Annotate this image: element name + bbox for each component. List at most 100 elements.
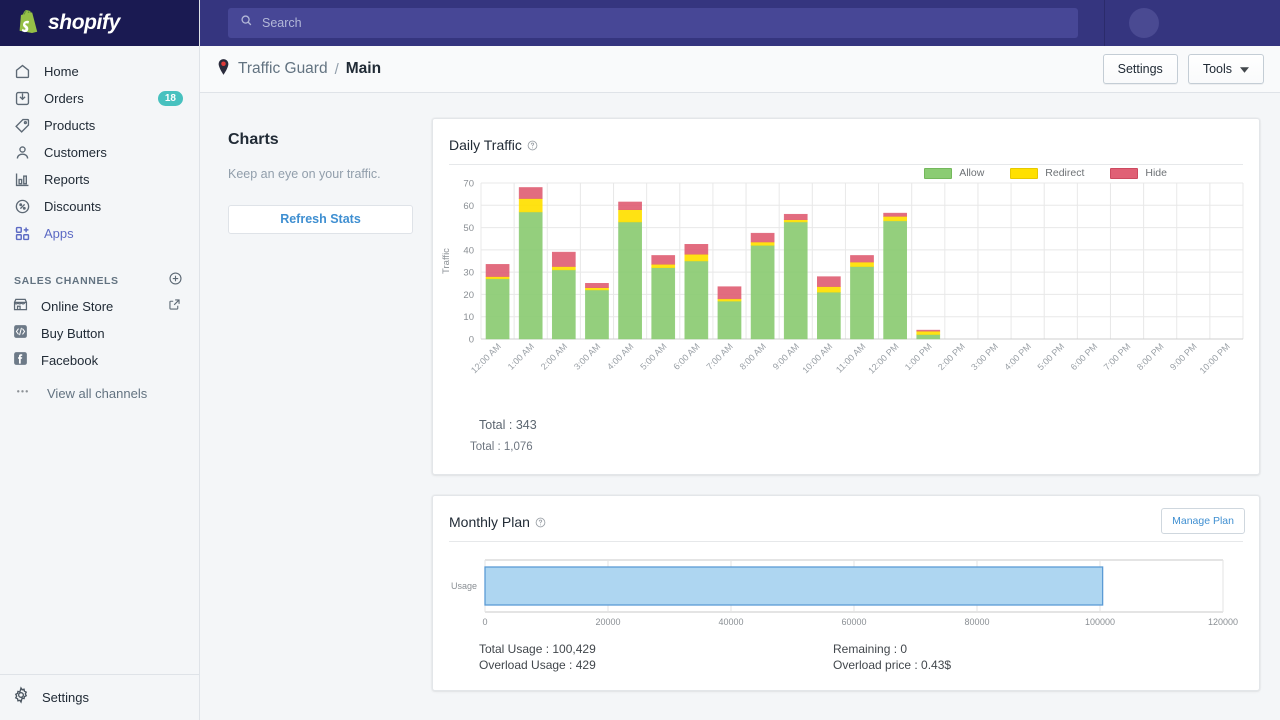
svg-text:60: 60 <box>463 201 474 212</box>
sidebar-item-view-all-channels[interactable]: View all channels <box>0 378 199 408</box>
storefront-icon <box>12 296 29 318</box>
svg-text:7:00 PM: 7:00 PM <box>1102 341 1133 372</box>
search-placeholder: Search <box>262 16 302 30</box>
total-usage-text: Total Usage : 100,429 <box>479 641 596 657</box>
refresh-stats-button[interactable]: Refresh Stats <box>228 205 413 234</box>
facebook-icon <box>12 350 29 372</box>
charts-left-panel: Charts Keep an eye on your traffic. Refr… <box>228 131 413 234</box>
sidebar-item-label: Online Store <box>41 299 113 314</box>
sidebar-item-customers[interactable]: Customers <box>0 139 199 166</box>
svg-text:50: 50 <box>463 223 474 234</box>
sidebar-item-home[interactable]: Home <box>0 58 199 85</box>
manage-plan-button[interactable]: Manage Plan <box>1161 508 1245 534</box>
top-bar: Search <box>200 0 1280 46</box>
settings-button[interactable]: Settings <box>1103 54 1178 84</box>
tag-icon <box>12 116 32 136</box>
main-content: Charts Keep an eye on your traffic. Refr… <box>200 93 1280 720</box>
overload-usage-text: Overload Usage : 429 <box>479 657 596 673</box>
sidebar-item-label: Apps <box>44 226 74 241</box>
sidebar-item-buy-button[interactable]: Buy Button <box>0 320 199 347</box>
search-input[interactable]: Search <box>228 8 1078 38</box>
svg-text:6:00 AM: 6:00 AM <box>671 341 701 371</box>
page-title: Main <box>346 60 381 78</box>
ellipsis-icon <box>14 382 31 404</box>
sidebar-item-label: Reports <box>44 172 90 187</box>
brand-header[interactable]: shopify <box>0 0 199 46</box>
total-label-secondary: Total : 1,076 <box>470 441 533 453</box>
sidebar-item-label: Settings <box>42 690 89 705</box>
daily-traffic-totals: Total : 343 Total : 1,076 <box>479 418 537 432</box>
tools-button-label: Tools <box>1203 62 1232 76</box>
help-circle-icon[interactable] <box>535 517 546 528</box>
sales-channels-header: SALES CHANNELS <box>0 269 199 293</box>
divider <box>449 164 1243 165</box>
svg-text:8:00 AM: 8:00 AM <box>738 341 768 371</box>
monthly-plan-card: Monthly Plan Manage Plan 020000400006000… <box>432 495 1260 691</box>
sidebar-item-facebook[interactable]: Facebook <box>0 347 199 374</box>
monthly-plan-chart: 020000400006000080000100000120000Usage <box>433 550 1260 646</box>
sidebar-item-online-store[interactable]: Online Store <box>0 293 199 320</box>
sidebar-item-label: Products <box>44 118 95 133</box>
sidebar-item-label: Discounts <box>44 199 101 214</box>
app-root: shopify Home Orders 18 Products <box>0 0 1280 720</box>
svg-text:20000: 20000 <box>595 617 620 627</box>
sidebar-item-label: View all channels <box>47 386 147 401</box>
location-pin-icon <box>216 58 231 81</box>
svg-text:30: 30 <box>463 268 474 279</box>
daily-traffic-svg: 010203040506070Traffic12:00 AM1:00 AM2:0… <box>433 171 1260 431</box>
sidebar-item-discounts[interactable]: Discounts <box>0 193 199 220</box>
svg-text:1:00 AM: 1:00 AM <box>506 341 536 371</box>
orders-badge: 18 <box>158 91 183 106</box>
charts-panel-description: Keep an eye on your traffic. <box>228 166 413 184</box>
sidebar-item-reports[interactable]: Reports <box>0 166 199 193</box>
svg-text:0: 0 <box>469 335 474 346</box>
sidebar-item-settings[interactable]: Settings <box>0 674 199 720</box>
svg-text:10: 10 <box>463 312 474 323</box>
bar-chart-icon <box>12 170 32 190</box>
svg-text:8:00 PM: 8:00 PM <box>1135 341 1166 372</box>
svg-text:12:00 PM: 12:00 PM <box>866 341 900 375</box>
charts-panel-title: Charts <box>228 131 413 149</box>
primary-nav: Home Orders 18 Products Customers <box>0 46 199 247</box>
svg-text:70: 70 <box>463 179 474 190</box>
svg-text:7:00 AM: 7:00 AM <box>704 341 734 371</box>
sidebar-item-label: Buy Button <box>41 326 105 341</box>
page-header-actions: Settings Tools <box>1103 54 1264 84</box>
external-link-icon[interactable] <box>168 298 181 316</box>
svg-text:10:00 PM: 10:00 PM <box>1198 341 1232 375</box>
sidebar-item-apps[interactable]: Apps <box>0 220 199 247</box>
svg-text:Traffic: Traffic <box>441 248 452 274</box>
sidebar-item-orders[interactable]: Orders 18 <box>0 85 199 112</box>
sidebar-item-label: Facebook <box>41 353 98 368</box>
avatar[interactable] <box>1129 8 1159 38</box>
svg-text:60000: 60000 <box>841 617 866 627</box>
svg-text:3:00 AM: 3:00 AM <box>572 341 602 371</box>
person-icon <box>12 143 32 163</box>
shopify-bag-icon <box>18 10 41 36</box>
gear-icon <box>12 686 30 709</box>
plan-remaining-summary: Remaining : 0 Overload price : 0.43$ <box>833 641 951 673</box>
svg-text:6:00 PM: 6:00 PM <box>1069 341 1100 372</box>
svg-text:Usage: Usage <box>451 581 477 591</box>
overload-price-text: Overload price : 0.43$ <box>833 657 951 673</box>
svg-text:3:00 PM: 3:00 PM <box>969 341 1000 372</box>
tools-button[interactable]: Tools <box>1188 54 1264 84</box>
monthly-plan-title: Monthly Plan <box>449 514 530 530</box>
code-icon <box>12 323 29 345</box>
daily-traffic-card: Daily Traffic Allow Redirect Hide 010203… <box>432 118 1260 475</box>
breadcrumb: Traffic Guard / Main <box>216 58 381 81</box>
help-circle-icon[interactable] <box>527 140 538 151</box>
sidebar-item-products[interactable]: Products <box>0 112 199 139</box>
plus-circle-icon[interactable] <box>168 271 183 291</box>
daily-traffic-title: Daily Traffic <box>449 137 522 153</box>
svg-text:80000: 80000 <box>964 617 989 627</box>
divider <box>449 541 1243 542</box>
svg-text:12:00 AM: 12:00 AM <box>469 341 503 375</box>
search-icon <box>240 14 253 32</box>
breadcrumb-app-name[interactable]: Traffic Guard <box>238 60 328 78</box>
total-label: Total : 343 <box>479 418 537 432</box>
svg-text:5:00 PM: 5:00 PM <box>1035 341 1066 372</box>
sales-channels-title: SALES CHANNELS <box>14 275 119 287</box>
remaining-text: Remaining : 0 <box>833 641 951 657</box>
home-icon <box>12 62 32 82</box>
